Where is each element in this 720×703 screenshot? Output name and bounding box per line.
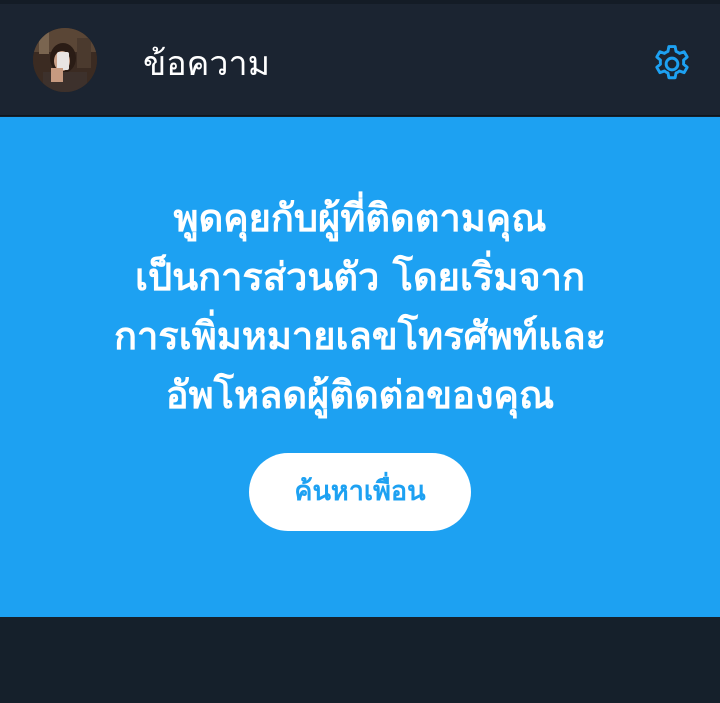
promo-message: พูดคุยกับผู้ที่ติดตามคุณ เป็นการส่วนตัว … [40,189,680,425]
find-friends-button[interactable]: ค้นหาเพื่อน [249,453,471,531]
avatar[interactable] [33,28,97,92]
gear-icon [655,45,689,80]
promo-line: การเพิ่มหมายเลขโทรศัพท์และ [113,314,607,358]
promo-line: อัพโหลดผู้ติดต่อของคุณ [165,373,555,417]
app-header: ข้อความ [0,4,720,116]
promo-line: เป็นการส่วนตัว โดยเริ่มจาก [134,255,585,299]
settings-button[interactable] [650,42,694,86]
find-friends-promo: พูดคุยกับผู้ที่ติดตามคุณ เป็นการส่วนตัว … [0,117,720,617]
promo-line: พูดคุยกับผู้ที่ติดตามคุณ [173,196,547,240]
empty-message-area [0,617,720,703]
avatar-photo-icon [33,28,97,92]
page-title: ข้อความ [143,44,271,84]
